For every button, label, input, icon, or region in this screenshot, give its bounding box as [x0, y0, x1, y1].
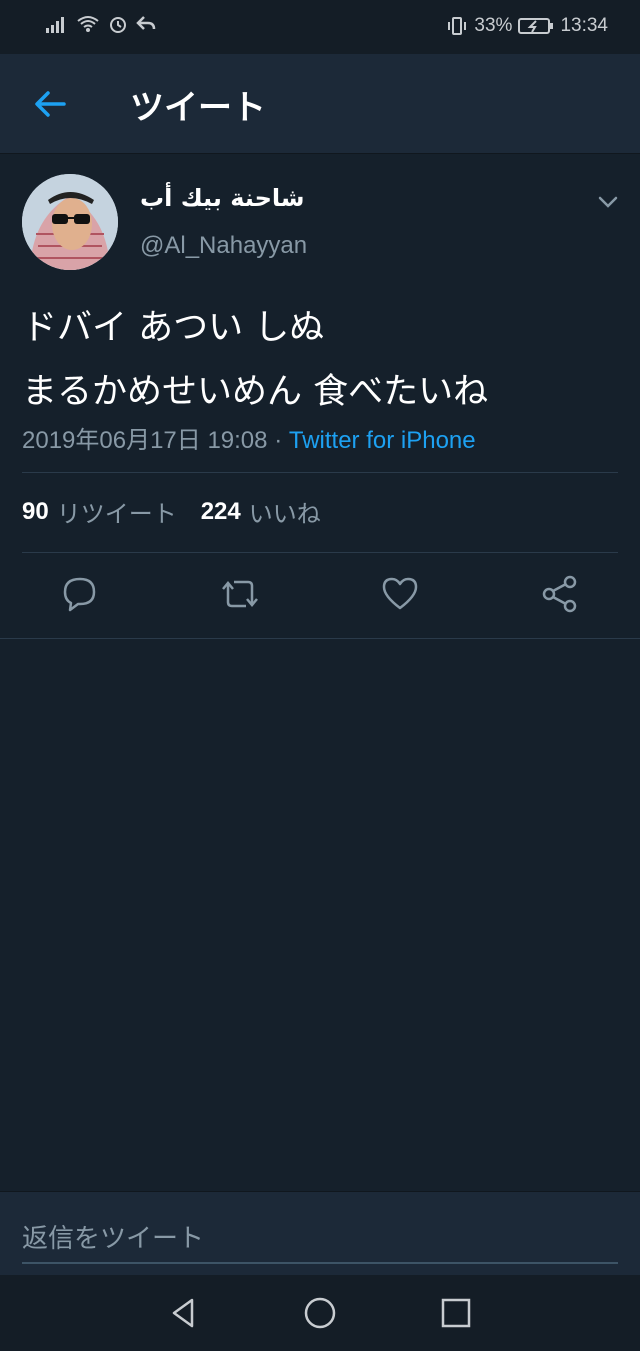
status-icons-left — [46, 14, 156, 34]
retweet-icon — [222, 580, 258, 608]
divider — [22, 472, 618, 473]
retweet-button[interactable] — [220, 574, 260, 614]
tweet-detail: شاحنة بيك أب @Al_Nahayyan ドバイ あつい しぬ まるか… — [0, 154, 640, 639]
tweet-actions — [0, 574, 640, 618]
avatar[interactable] — [22, 174, 118, 270]
status-bar: 33% 13:34 — [0, 0, 640, 54]
page-title: ツイート — [130, 88, 266, 128]
retweet-stat[interactable]: 90 リツイート — [22, 494, 177, 529]
nav-back-button[interactable] — [166, 1295, 202, 1331]
tweet-stats: 90 リツイート 224 いいね — [22, 494, 345, 529]
status-time: 13:34 — [560, 15, 608, 36]
tweet-text-line: ドバイ あつい しぬ — [22, 308, 325, 348]
nav-recents-button[interactable] — [438, 1295, 474, 1331]
vibrate-icon — [448, 17, 467, 35]
avatar-image — [22, 174, 118, 270]
battery-icon — [518, 18, 554, 34]
like-button[interactable] — [380, 574, 420, 614]
tweet-menu-button[interactable] — [596, 190, 620, 214]
reply-input[interactable]: 返信をツイート — [22, 1212, 618, 1264]
triangle-back-icon — [172, 1298, 194, 1328]
like-count: 224 — [200, 497, 241, 525]
share-icon — [542, 575, 577, 613]
alarm-icon — [110, 17, 126, 33]
circle-home-icon — [304, 1297, 336, 1329]
nav-home-button[interactable] — [302, 1295, 338, 1331]
tweet-source-link[interactable]: Twitter for iPhone — [289, 427, 476, 454]
reply-button[interactable] — [60, 574, 100, 614]
retweet-label: リツイート — [56, 501, 177, 528]
like-label: いいね — [248, 501, 321, 528]
chevron-down-icon — [598, 196, 618, 208]
square-recents-icon — [441, 1298, 471, 1328]
meta-separator: · — [274, 427, 283, 454]
tweet-meta: 2019年06月17日 19:08 · Twitter for iPhone — [22, 420, 476, 455]
reply-icon — [63, 577, 96, 612]
like-stat[interactable]: 224 いいね — [201, 494, 321, 529]
status-icons-right: 33% 13:34 — [446, 15, 608, 37]
retweet-count: 90 — [22, 497, 49, 525]
battery-percent: 33% — [474, 15, 513, 36]
tweet-text: ドバイ あつい しぬ まるかめせいめん 食べたいね — [22, 296, 622, 424]
reply-bar: 返信をツイート — [0, 1191, 640, 1275]
display-name[interactable]: شاحنة بيك أب — [140, 184, 304, 212]
reply-notification-icon — [136, 16, 156, 30]
tweet-timestamp: 2019年06月17日 19:08 — [22, 427, 268, 454]
tweet-text-line: まるかめせいめん 食べたいね — [22, 372, 489, 412]
divider — [22, 552, 618, 553]
wifi-icon — [77, 16, 99, 32]
share-button[interactable] — [540, 574, 580, 614]
arrow-left-icon — [35, 91, 66, 117]
signal-icon — [46, 17, 64, 33]
system-nav-bar — [0, 1275, 640, 1351]
screen-name[interactable]: @Al_Nahayyan — [140, 232, 307, 260]
app-header: ツイート — [0, 54, 640, 154]
back-button[interactable] — [30, 84, 70, 124]
like-icon — [382, 577, 418, 610]
